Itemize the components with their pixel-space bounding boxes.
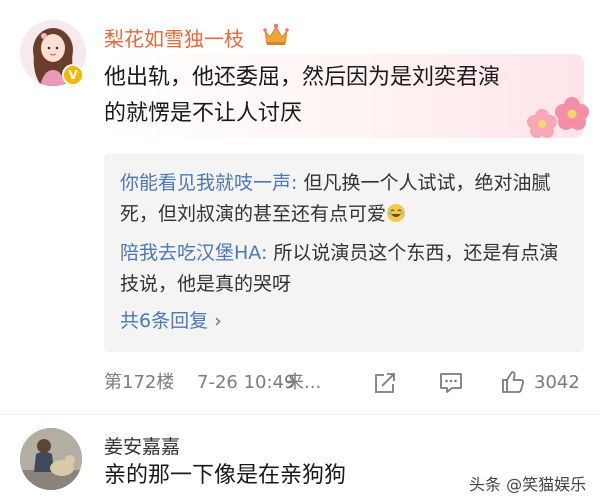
watermark: 头条 @笑猫娱乐: [469, 475, 587, 494]
share-icon[interactable]: [372, 371, 398, 395]
reply-item[interactable]: 陪我去吃汉堡HA: 所以说演员这个东西，还是有点演技说，他是真的哭呀: [120, 238, 560, 300]
verified-badge-icon: V: [62, 64, 84, 86]
comment-text: 他出轨，他还委屈，然后因为是刘奕君演 的就愣是不让人讨厌: [104, 60, 559, 132]
comment-text-line-2: 的就愣是不让人讨厌: [104, 101, 303, 126]
comment-username[interactable]: 梨花如雪独一枝: [104, 23, 244, 52]
comment-source: 来...: [286, 372, 322, 393]
like-count: 3042: [534, 372, 580, 393]
reply-item[interactable]: 你能看见我就吱一声: 但凡换一个人试试，绝对油腻死，但刘叔演的甚至还有点可爱: [120, 168, 560, 230]
reply-username[interactable]: 你能看见我就吱一声:: [120, 172, 297, 194]
flower-sticker-icon: [527, 97, 589, 138]
floor-number: 第172楼: [104, 372, 175, 393]
avatar[interactable]: [20, 428, 82, 490]
more-replies-link[interactable]: 共6条回复 ›: [120, 306, 222, 333]
comment-text-line-1: 他出轨，他还委屈，然后因为是刘奕君演: [104, 65, 501, 90]
crown-icon: [263, 23, 289, 45]
reply-username[interactable]: 陪我去吃汉堡HA:: [120, 242, 267, 264]
comment-text: 亲的那一下像是在亲狗狗: [104, 463, 347, 488]
reply-preview-box[interactable]: 你能看见我就吱一声: 但凡换一个人试试，绝对油腻死，但刘叔演的甚至还有点可爱 陪…: [104, 154, 584, 352]
comment-date: 7-26 10:49: [197, 372, 296, 393]
like-icon[interactable]: [500, 369, 526, 395]
comment-username[interactable]: 姜安嘉嘉: [104, 432, 180, 459]
laugh-emoji-icon: [387, 204, 406, 222]
divider: [0, 414, 600, 415]
comment-icon[interactable]: [438, 371, 464, 395]
